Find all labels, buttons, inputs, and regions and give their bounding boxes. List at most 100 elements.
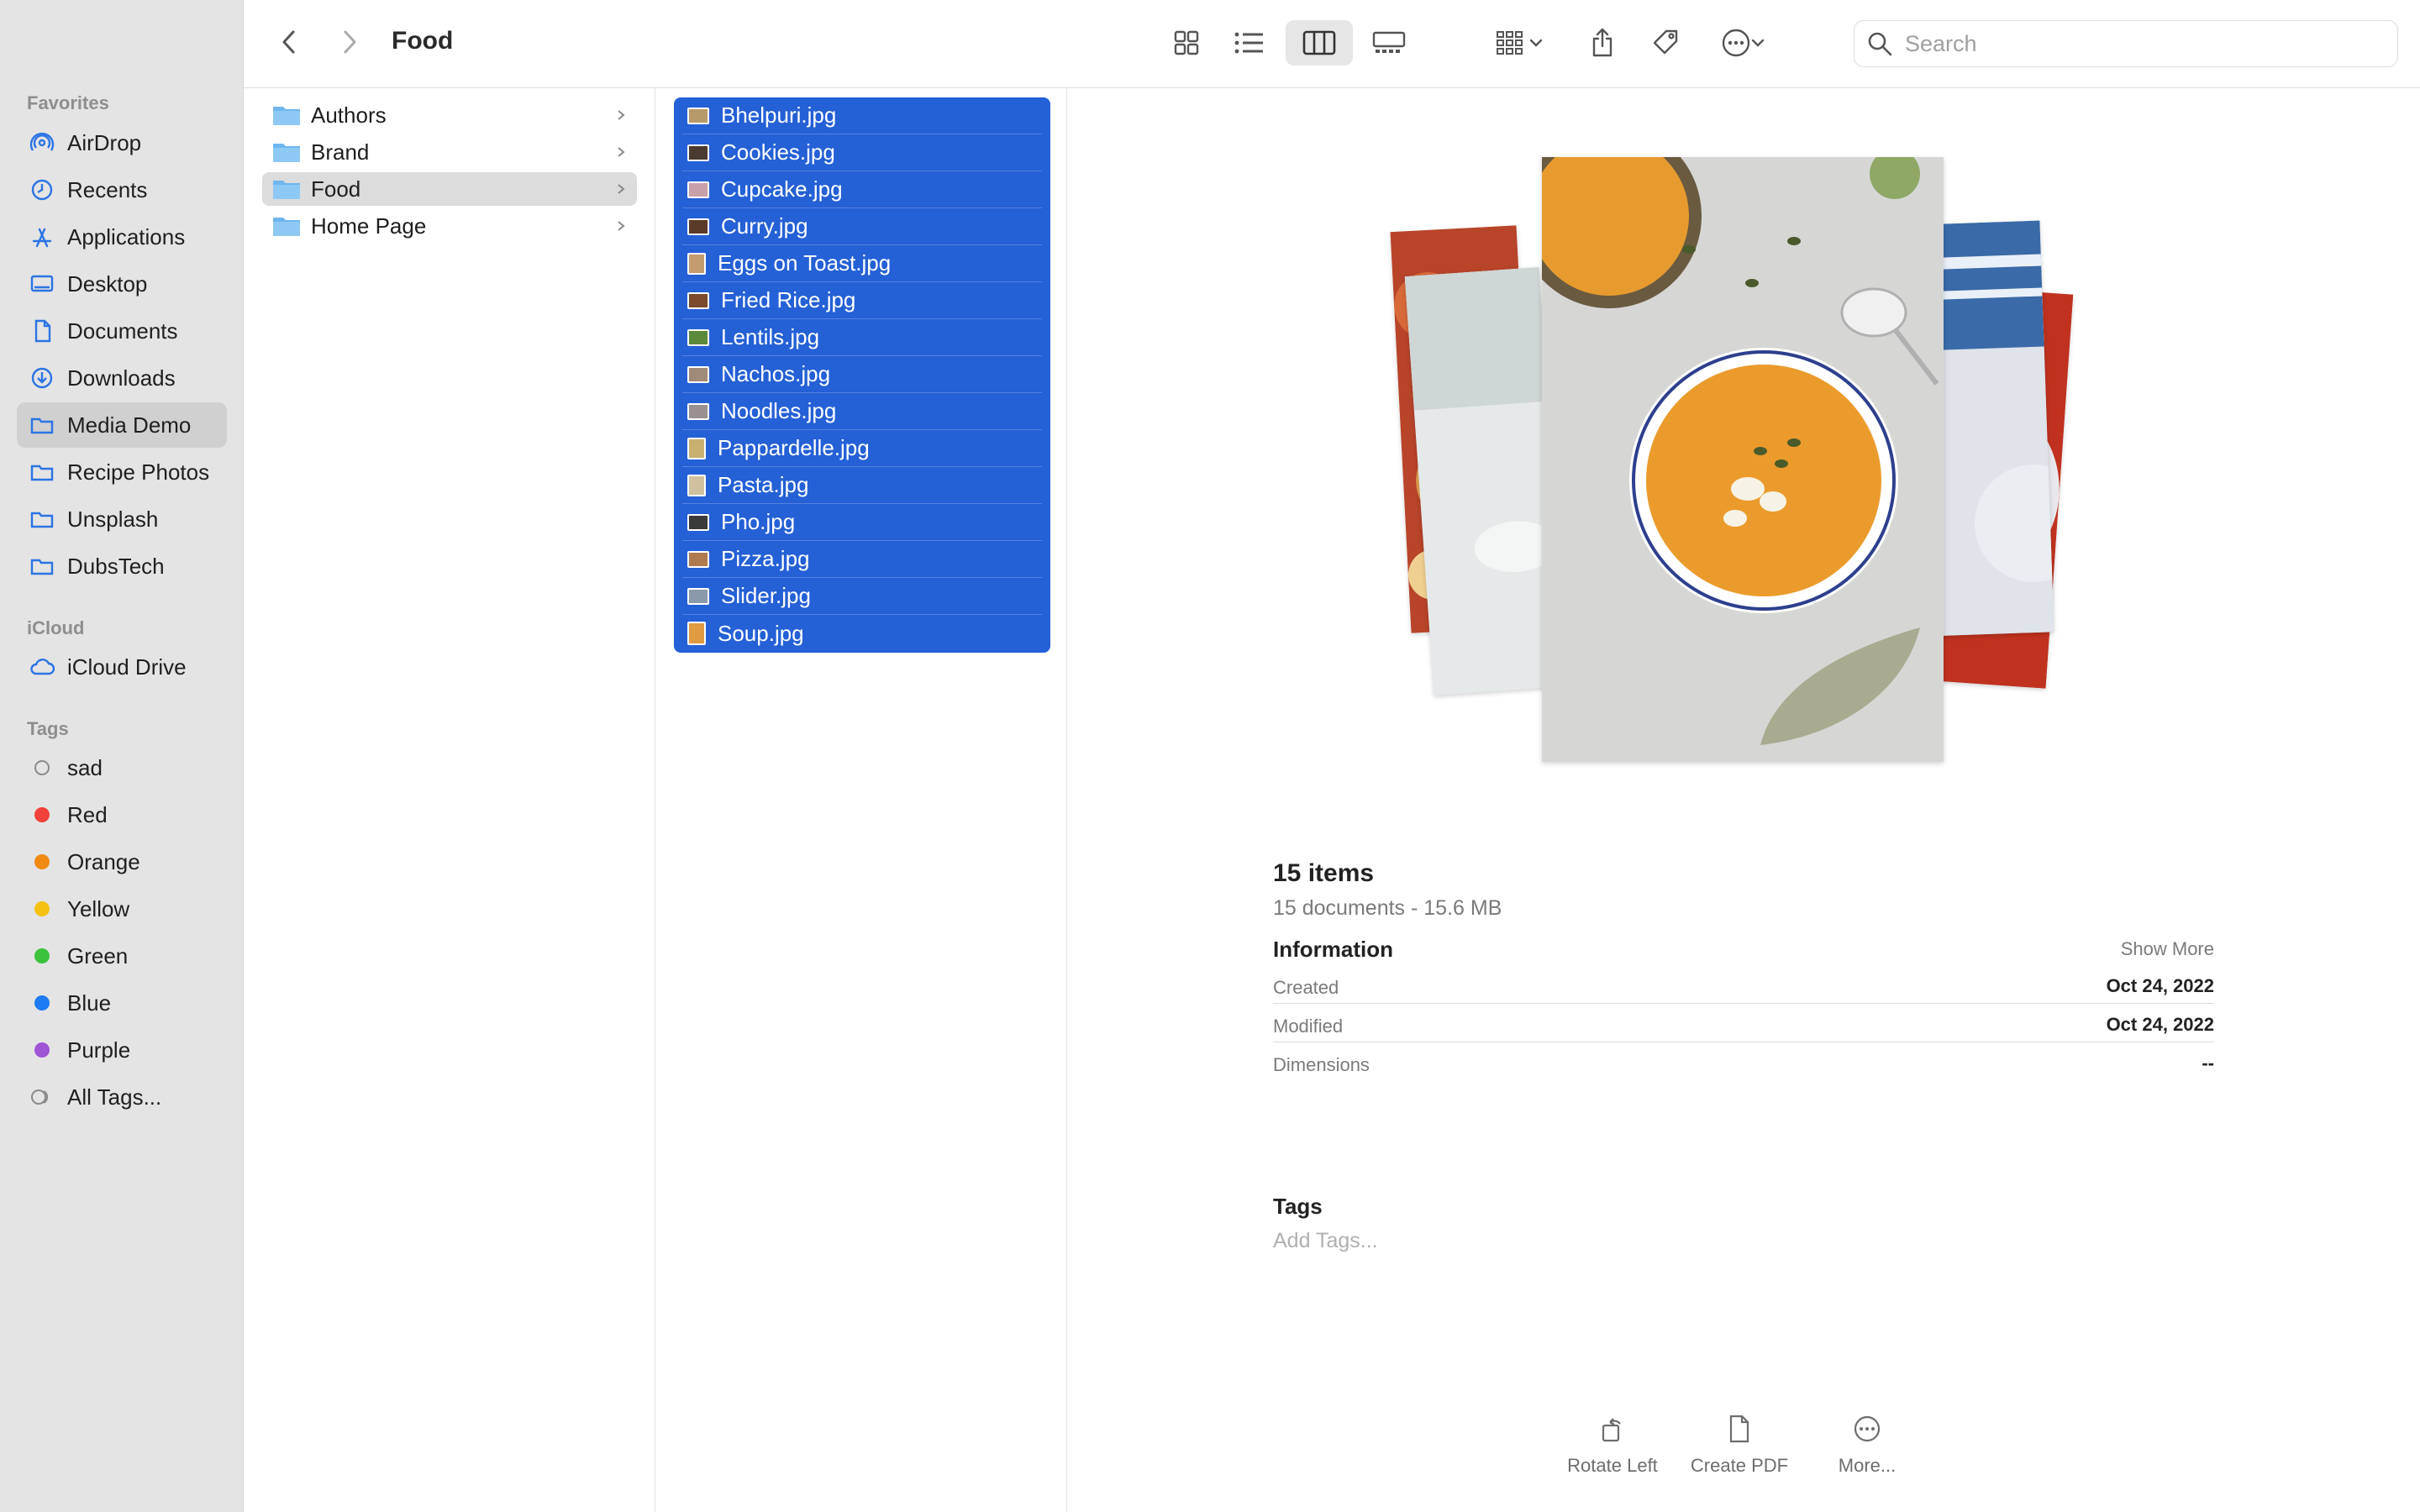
sidebar-item-label: Purple <box>67 1037 131 1063</box>
rotate-left-icon <box>1602 1418 1621 1442</box>
sidebar-item-label: Recents <box>67 176 148 202</box>
info-dimensions-value: -- <box>2202 1053 2214 1074</box>
view-columns-button[interactable] <box>1286 20 1353 66</box>
more-label: More... <box>1838 1455 1897 1476</box>
sidebar-item-downloads[interactable]: Downloads <box>17 355 227 401</box>
file-row-noodles[interactable]: Noodles.jpg <box>682 393 1042 430</box>
sidebar-item-label: Recipe Photos <box>67 459 210 485</box>
sidebar-item-label: All Tags... <box>67 1084 162 1110</box>
folder-row-brand[interactable]: Brand <box>262 135 637 169</box>
show-more-link[interactable]: Show More <box>2121 938 2214 960</box>
sidebar-tag-orange[interactable]: Orange <box>17 839 227 885</box>
sidebar-tag-purple[interactable]: Purple <box>17 1027 227 1073</box>
sidebar-item-unsplash[interactable]: Unsplash <box>17 496 227 542</box>
chevron-left-icon <box>282 30 295 54</box>
more-actions-button[interactable] <box>1707 20 1778 66</box>
file-row-nachos[interactable]: Nachos.jpg <box>682 356 1042 393</box>
folder-row-home-page[interactable]: Home Page <box>262 209 637 243</box>
info-modified-row: Modified Oct 24, 2022 <box>1273 1005 2214 1042</box>
back-button[interactable] <box>272 24 306 60</box>
share-button[interactable] <box>1580 20 1625 66</box>
sidebar-item-airdrop[interactable]: AirDrop <box>17 120 227 165</box>
file-row-pasta[interactable]: Pasta.jpg <box>682 467 1042 504</box>
file-row-fried-rice[interactable]: Fried Rice.jpg <box>682 282 1042 319</box>
preview-summary: 15 documents - 15.6 MB <box>1273 896 1502 920</box>
file-row-slider[interactable]: Slider.jpg <box>682 578 1042 615</box>
file-row-pappardelle[interactable]: Pappardelle.jpg <box>682 430 1042 467</box>
view-icons-button[interactable] <box>1161 20 1212 66</box>
chevron-down-icon <box>1751 39 1765 47</box>
file-name: Cookies.jpg <box>721 139 835 165</box>
image-thumbnail-icon <box>687 437 706 459</box>
folder-icon <box>27 457 57 487</box>
search-field[interactable] <box>1854 20 2398 67</box>
sidebar-item-recents[interactable]: Recents <box>17 167 227 213</box>
grid-view-icon <box>1174 30 1199 55</box>
create-pdf-button[interactable]: Create PDF <box>1676 1414 1802 1477</box>
more-button[interactable]: More... <box>1804 1414 1930 1477</box>
folder-name: Authors <box>311 102 387 128</box>
folder-row-authors[interactable]: Authors <box>262 98 637 132</box>
sidebar-tag-red[interactable]: Red <box>17 792 227 837</box>
desktop-icon <box>27 269 57 299</box>
file-row-eggs-on-toast[interactable]: Eggs on Toast.jpg <box>682 245 1042 282</box>
sidebar-item-dubstech[interactable]: DubsTech <box>17 543 227 589</box>
tags-heading: Tags <box>1273 1194 1323 1219</box>
document-icon <box>1729 1415 1749 1443</box>
view-list-button[interactable] <box>1223 20 1274 66</box>
sidebar-tag-all[interactable]: All Tags... <box>17 1074 227 1120</box>
image-thumbnail-icon <box>687 328 709 346</box>
file-name: Cupcake.jpg <box>721 176 843 202</box>
sidebar-tag-sad[interactable]: sad <box>17 745 227 790</box>
sidebar-tag-green[interactable]: Green <box>17 933 227 979</box>
all-tags-icon <box>27 1082 57 1112</box>
file-row-soup[interactable]: Soup.jpg <box>682 615 1042 652</box>
file-row-bhelpuri[interactable]: Bhelpuri.jpg <box>682 97 1042 134</box>
chevron-down-icon <box>1529 39 1543 47</box>
view-gallery-button[interactable] <box>1361 20 1417 66</box>
sidebar-item-applications[interactable]: Applications <box>17 214 227 260</box>
info-created-row: Created Oct 24, 2022 <box>1273 967 2214 1004</box>
sidebar-item-desktop[interactable]: Desktop <box>17 261 227 307</box>
image-thumbnail-icon <box>687 144 709 161</box>
sidebar-tag-yellow[interactable]: Yellow <box>17 886 227 932</box>
sidebar-item-label: Red <box>67 801 108 827</box>
file-row-lentils[interactable]: Lentils.jpg <box>682 319 1042 356</box>
group-by-button[interactable] <box>1484 20 1555 66</box>
chevron-right-icon <box>618 184 625 194</box>
file-row-curry[interactable]: Curry.jpg <box>682 208 1042 245</box>
sidebar-item-label: AirDrop <box>67 129 142 155</box>
tags-button[interactable] <box>1644 20 1689 66</box>
tag-icon <box>1653 29 1678 55</box>
info-dimensions-row: Dimensions -- <box>1273 1044 2214 1081</box>
sidebar-section-icloud: iCloud <box>27 617 85 638</box>
forward-button[interactable] <box>333 24 366 60</box>
add-tags-field[interactable]: Add Tags... <box>1273 1229 1378 1253</box>
file-name: Bhelpuri.jpg <box>721 102 837 128</box>
image-thumbnail-icon <box>687 291 709 309</box>
sidebar-item-media-demo[interactable]: Media Demo <box>17 402 227 448</box>
sidebar-item-recipe-photos[interactable]: Recipe Photos <box>17 449 227 495</box>
image-thumbnail-icon <box>687 474 706 496</box>
search-input[interactable] <box>1903 29 2360 58</box>
sidebar-item-label: sad <box>67 754 103 780</box>
folder-row-food[interactable]: Food <box>262 172 637 206</box>
file-row-pho[interactable]: Pho.jpg <box>682 504 1042 541</box>
info-dimensions-label: Dimensions <box>1273 1054 1370 1075</box>
document-icon <box>27 316 57 346</box>
folder-icon <box>273 144 300 162</box>
rotate-left-button[interactable]: Rotate Left <box>1549 1414 1676 1477</box>
info-modified-value: Oct 24, 2022 <box>2106 1014 2214 1035</box>
ellipsis-circle-icon <box>1722 29 1750 57</box>
sidebar-item-documents[interactable]: Documents <box>17 308 227 354</box>
file-row-cookies[interactable]: Cookies.jpg <box>682 134 1042 171</box>
download-icon <box>27 363 57 393</box>
sidebar-tag-blue[interactable]: Blue <box>17 980 227 1026</box>
sidebar-item-icloud-drive[interactable]: iCloud Drive <box>17 644 227 690</box>
list-view-icon <box>1234 32 1263 54</box>
tag-dot-red-icon <box>27 800 57 830</box>
file-row-pizza[interactable]: Pizza.jpg <box>682 541 1042 578</box>
tag-dot-green-icon <box>27 941 57 971</box>
file-row-cupcake[interactable]: Cupcake.jpg <box>682 171 1042 208</box>
sidebar-item-label: Unsplash <box>67 506 159 532</box>
